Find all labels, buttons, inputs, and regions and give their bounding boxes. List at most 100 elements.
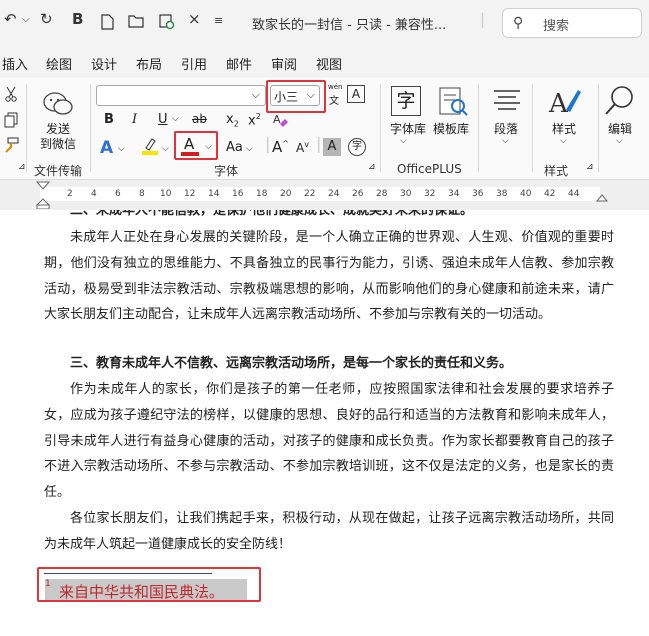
send-label-line2[interactable]: 到微信: [40, 135, 76, 152]
chevron-down-icon: ⌵: [251, 88, 260, 101]
search-box[interactable]: ⚲ 搜索: [502, 8, 642, 38]
cut-icon[interactable]: [4, 86, 18, 102]
chevron-down-icon[interactable]: ⌵: [246, 144, 253, 154]
ruler-tick: 12: [184, 189, 196, 199]
character-shading-button[interactable]: A: [323, 138, 341, 156]
search-icon: ⚲: [513, 15, 524, 31]
new-document-icon[interactable]: [100, 14, 114, 30]
paragraph-icon[interactable]: [492, 88, 522, 114]
eraser-clear-format-icon[interactable]: A: [272, 112, 290, 130]
chevron-down-icon[interactable]: ⌵: [205, 142, 212, 152]
styles-label[interactable]: 样式: [552, 120, 576, 137]
bold-button[interactable]: B: [104, 112, 114, 127]
strikethrough-button[interactable]: ab: [192, 112, 207, 126]
tab-references[interactable]: 引用: [181, 54, 207, 73]
ribbon-tabs: 插入 绘图 设计 布局 引用 邮件 审阅 视图: [0, 46, 649, 78]
ribbon-divider: [380, 84, 381, 172]
ruler-tick: 44: [568, 189, 580, 199]
dialog-launcher-icon[interactable]: ⊿: [368, 162, 376, 172]
phonetic-guide-char[interactable]: 文: [329, 92, 339, 107]
tab-layout[interactable]: 布局: [136, 54, 162, 73]
font-library-label[interactable]: 字体库: [390, 120, 426, 137]
dialog-launcher-icon[interactable]: ⊿: [586, 162, 594, 172]
tab-draw[interactable]: 绘图: [46, 54, 72, 73]
chevron-down-icon[interactable]: ⌵: [560, 136, 567, 146]
styles-icon[interactable]: A: [548, 86, 582, 118]
editing-label[interactable]: 编辑: [608, 120, 632, 137]
tab-design[interactable]: 设计: [91, 54, 117, 73]
chevron-down-icon[interactable]: ⌵: [616, 136, 623, 146]
italic-button[interactable]: I: [132, 112, 137, 127]
undo-dropdown-icon[interactable]: ⌵: [22, 14, 30, 25]
grow-font-button[interactable]: A^: [272, 138, 289, 156]
paragraph-label[interactable]: 段落: [494, 120, 518, 137]
template-library-icon[interactable]: [437, 86, 469, 118]
highlighter-icon[interactable]: [140, 136, 160, 156]
redo-icon[interactable]: ↻: [40, 10, 53, 28]
ruler-tick: 28: [376, 189, 388, 199]
chevron-down-icon[interactable]: ⌵: [162, 144, 169, 154]
underline-button[interactable]: U: [158, 112, 168, 127]
customize-quick-access-icon[interactable]: ≡: [214, 14, 223, 27]
font-library-icon[interactable]: 字: [391, 86, 421, 116]
print-preview-icon[interactable]: [158, 13, 176, 30]
chevron-down-icon[interactable]: ⌵: [118, 144, 125, 154]
ruler-tick: 40: [520, 189, 532, 199]
ruler-tick: 42: [544, 189, 556, 199]
ribbon-divider: [26, 84, 27, 172]
superscript-label: x: [248, 113, 256, 129]
font-name-combo[interactable]: ⌵: [96, 85, 266, 106]
group-file-transfer-label: 文件传输: [34, 164, 83, 178]
text-effect-button[interactable]: A: [100, 138, 113, 158]
ruler-tick: 16: [232, 189, 244, 199]
close-quick-icon[interactable]: ×: [188, 10, 201, 28]
clear-all-formatting-button[interactable]: A: [347, 85, 365, 103]
template-library-label[interactable]: 模板库: [433, 120, 469, 137]
group-officeplus-label: OfficePLUS: [397, 162, 462, 176]
tab-review[interactable]: 审阅: [271, 54, 297, 73]
ruler-tick: 2: [67, 189, 73, 199]
svg-text:A: A: [548, 89, 569, 118]
copy-icon[interactable]: [4, 112, 18, 128]
format-painter-icon[interactable]: [2, 136, 20, 154]
ruler-tick: 30: [400, 189, 412, 199]
wechat-icon[interactable]: [42, 90, 74, 118]
grow-font-label: A: [272, 138, 283, 156]
chevron-down-icon[interactable]: ⌵: [172, 114, 179, 124]
ruler-tick: 14: [208, 189, 220, 199]
change-case-button[interactable]: Aa: [226, 140, 243, 155]
font-color-bar: [181, 152, 199, 156]
group-divider: |: [316, 134, 322, 153]
font-color-button[interactable]: A: [184, 135, 194, 153]
open-folder-icon[interactable]: [128, 14, 144, 28]
shrink-font-button[interactable]: Av: [296, 140, 309, 155]
group-styles-label: 样式: [544, 164, 569, 178]
ruler-tick: 4: [91, 189, 97, 199]
undo-icon[interactable]: ↶: [4, 10, 17, 28]
shrink-font-label: A: [296, 141, 305, 155]
ruler-tick: 38: [496, 189, 508, 199]
document-page[interactable]: 二、未成年人不能信教，是保护他们健康成长、成就美好未来的保证。 未成年人正处在身…: [0, 210, 649, 636]
phonetic-guide-pinyin[interactable]: wén: [328, 83, 342, 91]
tab-insert[interactable]: 插入: [2, 54, 28, 73]
title-bar: ↶ ⌵ ↻ B × ≡ 致家长的一封信 - 只读 - 兼容性... | ⚲ 搜索: [0, 0, 649, 46]
tab-view[interactable]: 视图: [316, 54, 342, 73]
ruler-tick: 10: [160, 189, 172, 199]
tab-mailings[interactable]: 邮件: [226, 54, 252, 73]
bold-quick-icon[interactable]: B: [72, 10, 83, 28]
highlight-box-font-size: [266, 80, 326, 113]
subscript-button[interactable]: x2: [226, 112, 239, 129]
dialog-launcher-icon[interactable]: ⊿: [18, 162, 26, 172]
ruler-tick: 32: [424, 189, 436, 199]
ruler-tick: 26: [352, 189, 364, 199]
superscript-button[interactable]: x2: [248, 112, 261, 128]
chevron-down-icon[interactable]: ⌵: [400, 136, 407, 146]
document-title: 致家长的一封信 - 只读 - 兼容性...: [252, 18, 447, 33]
right-indent-marker-icon[interactable]: [596, 194, 608, 206]
titlebar-divider: |: [480, 10, 486, 28]
ribbon-divider: [532, 84, 533, 172]
find-magnifier-icon[interactable]: [604, 84, 636, 116]
indent-marker-icon[interactable]: [36, 181, 50, 209]
enclose-characters-button[interactable]: 字: [348, 138, 366, 156]
chevron-down-icon[interactable]: ⌵: [502, 136, 509, 146]
